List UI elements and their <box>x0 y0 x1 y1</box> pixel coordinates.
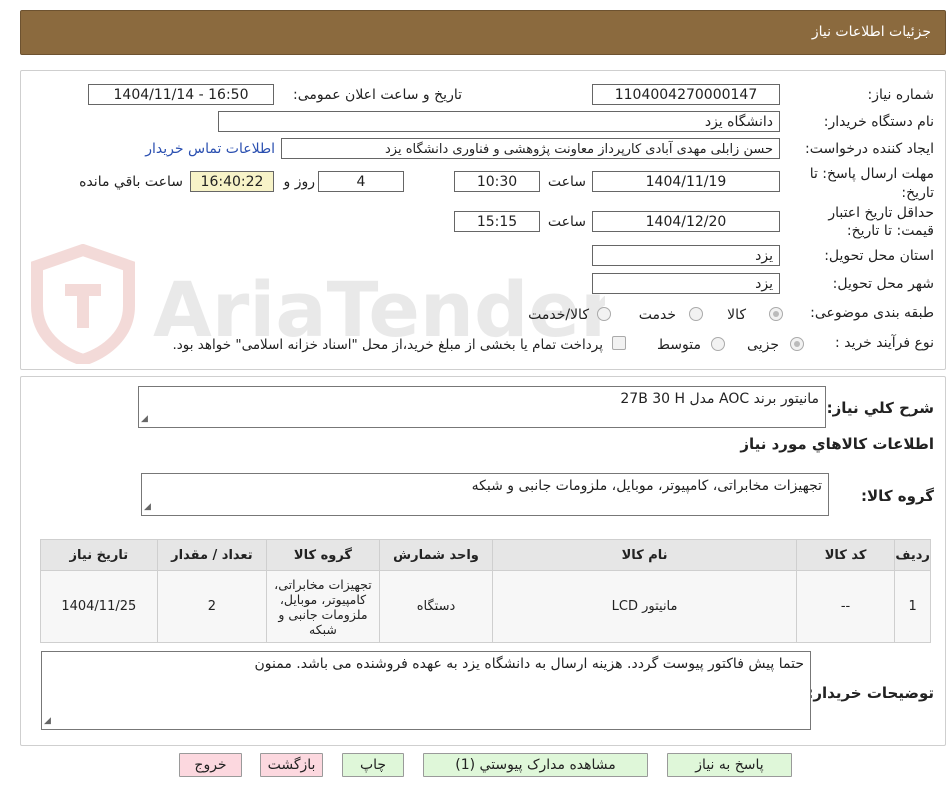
remaining-time-field: 16:40:22 <box>190 171 274 192</box>
cell-row-number: 1 <box>894 570 931 643</box>
description-label: شرح کلي نياز: <box>826 399 934 417</box>
page-header: جزئیات اطلاعات نیاز <box>20 10 946 55</box>
buyer-contact-link[interactable]: اطلاعات تماس خریدار <box>145 141 275 157</box>
back-button[interactable]: بازگشت <box>260 753 323 777</box>
validity-label: حداقل تاریخ اعتبار <box>828 205 934 221</box>
category-both-label: کالا/خدمت <box>528 307 589 323</box>
buyer-notes-text: حتما پیش فاکتور پیوست گردد. هزینه ارسال … <box>254 656 805 672</box>
process-minor-radio[interactable] <box>790 337 804 351</box>
city-field: یزد <box>592 273 780 294</box>
validity-time-label: ساعت <box>547 214 586 230</box>
goods-table: ردیف کد کالا نام کالا واحد شمارش گروه کا… <box>40 539 931 643</box>
view-attachments-button[interactable]: مشاهده مدارک پیوستي (1) <box>423 753 648 777</box>
deadline-time-label: ساعت <box>547 174 586 190</box>
description-text: مانیتور برند AOC مدل 27B 30 H <box>620 391 819 407</box>
resize-grip-icon[interactable]: ◢ <box>144 502 151 512</box>
cell-quantity: 2 <box>156 570 268 643</box>
requester-field: حسن زابلی مهدی آبادی کارپرداز معاونت پژو… <box>281 138 780 159</box>
validity-date-field: 1404/12/20 <box>592 211 780 232</box>
process-medium-radio[interactable] <box>711 337 725 351</box>
reply-button[interactable]: پاسخ به نیاز <box>667 753 792 777</box>
deadline-time-field: 10:30 <box>454 171 540 192</box>
category-label: طبقه بندی موضوعی: <box>810 305 934 321</box>
description-field: مانیتور برند AOC مدل 27B 30 H <box>138 386 826 428</box>
city-label: شهر محل تحویل: <box>832 276 934 292</box>
treasury-payment-label: پرداخت تمام یا بخشی از مبلغ خرید،از محل … <box>172 337 603 353</box>
goods-group-text: تجهیزات مخابراتی، کامپیوتر، موبایل، ملزو… <box>471 478 822 494</box>
col-header-group: گروه کالا <box>266 539 380 571</box>
buyer-org-label: نام دستگاه خریدار: <box>823 114 934 130</box>
goods-group-field: تجهیزات مخابراتی، کامپیوتر، موبایل، ملزو… <box>141 473 829 516</box>
col-header-row-number: ردیف <box>894 539 931 571</box>
province-label: استان محل تحویل: <box>824 248 934 264</box>
process-label: نوع فرآیند خرید : <box>835 335 934 351</box>
category-service-radio[interactable] <box>689 307 703 321</box>
page-title: جزئیات اطلاعات نیاز <box>811 24 931 40</box>
goods-info-title: اطلاعات کالاهاي مورد نياز <box>740 435 934 453</box>
days-label: روز و <box>283 174 316 190</box>
col-header-need-date: تاریخ نیاز <box>40 539 158 571</box>
resize-grip-icon[interactable]: ◢ <box>44 716 51 726</box>
remaining-time-label: ساعت باقي مانده <box>79 174 183 190</box>
deadline-label-2: تاریخ: <box>901 185 934 201</box>
announce-date-field: 1404/11/14 - 16:50 <box>88 84 274 105</box>
validity-label-2: قیمت: تا تاریخ: <box>846 223 934 239</box>
province-field: یزد <box>592 245 780 266</box>
category-service-label: خدمت <box>638 307 676 323</box>
cell-code: -- <box>795 570 896 643</box>
col-header-code: کد کالا <box>795 539 896 571</box>
requester-label: ایجاد کننده درخواست: <box>805 141 934 157</box>
shield-icon <box>31 243 135 367</box>
cell-group: تجهیزات مخابراتی، کامپیوتر، موبایل، ملزو… <box>266 570 380 643</box>
col-header-name: نام کالا <box>492 539 797 571</box>
deadline-label: مهلت ارسال پاسخ: تا <box>809 166 934 182</box>
remaining-days-field: 4 <box>318 171 404 192</box>
col-header-quantity: تعداد / مقدار <box>156 539 268 571</box>
announce-date-label: تاریخ و ساعت اعلان عمومی: <box>293 87 462 103</box>
col-header-unit: واحد شمارش <box>378 539 494 571</box>
category-goods-radio[interactable] <box>769 307 783 321</box>
deadline-date-field: 1404/11/19 <box>592 171 780 192</box>
need-number-label: شماره نیاز: <box>867 87 935 103</box>
buyer-notes-label: توضیحات خریدار: <box>807 684 934 702</box>
validity-time-field: 15:15 <box>454 211 540 232</box>
goods-group-label: گروه کالا: <box>861 487 934 505</box>
buyer-notes-field: حتما پیش فاکتور پیوست گردد. هزینه ارسال … <box>41 651 811 730</box>
category-both-radio[interactable] <box>597 307 611 321</box>
table-row: 1 -- مانیتور LCD دستگاه تجهیزات مخابراتی… <box>40 570 931 643</box>
table-header-row: ردیف کد کالا نام کالا واحد شمارش گروه کا… <box>40 539 931 571</box>
cell-name: مانیتور LCD <box>492 570 797 643</box>
need-number-field: 1104004270000147 <box>592 84 780 105</box>
cell-need-date: 1404/11/25 <box>40 570 158 643</box>
process-minor-label: جزیی <box>747 337 779 353</box>
resize-grip-icon[interactable]: ◢ <box>141 414 148 424</box>
exit-button[interactable]: خروج <box>179 753 242 777</box>
print-button[interactable]: چاپ <box>342 753 404 777</box>
buyer-org-field: دانشگاه یزد <box>218 111 780 132</box>
treasury-payment-checkbox[interactable] <box>612 336 626 350</box>
category-goods-label: کالا <box>727 307 746 323</box>
cell-unit: دستگاه <box>378 570 494 643</box>
process-medium-label: متوسط <box>657 337 701 353</box>
